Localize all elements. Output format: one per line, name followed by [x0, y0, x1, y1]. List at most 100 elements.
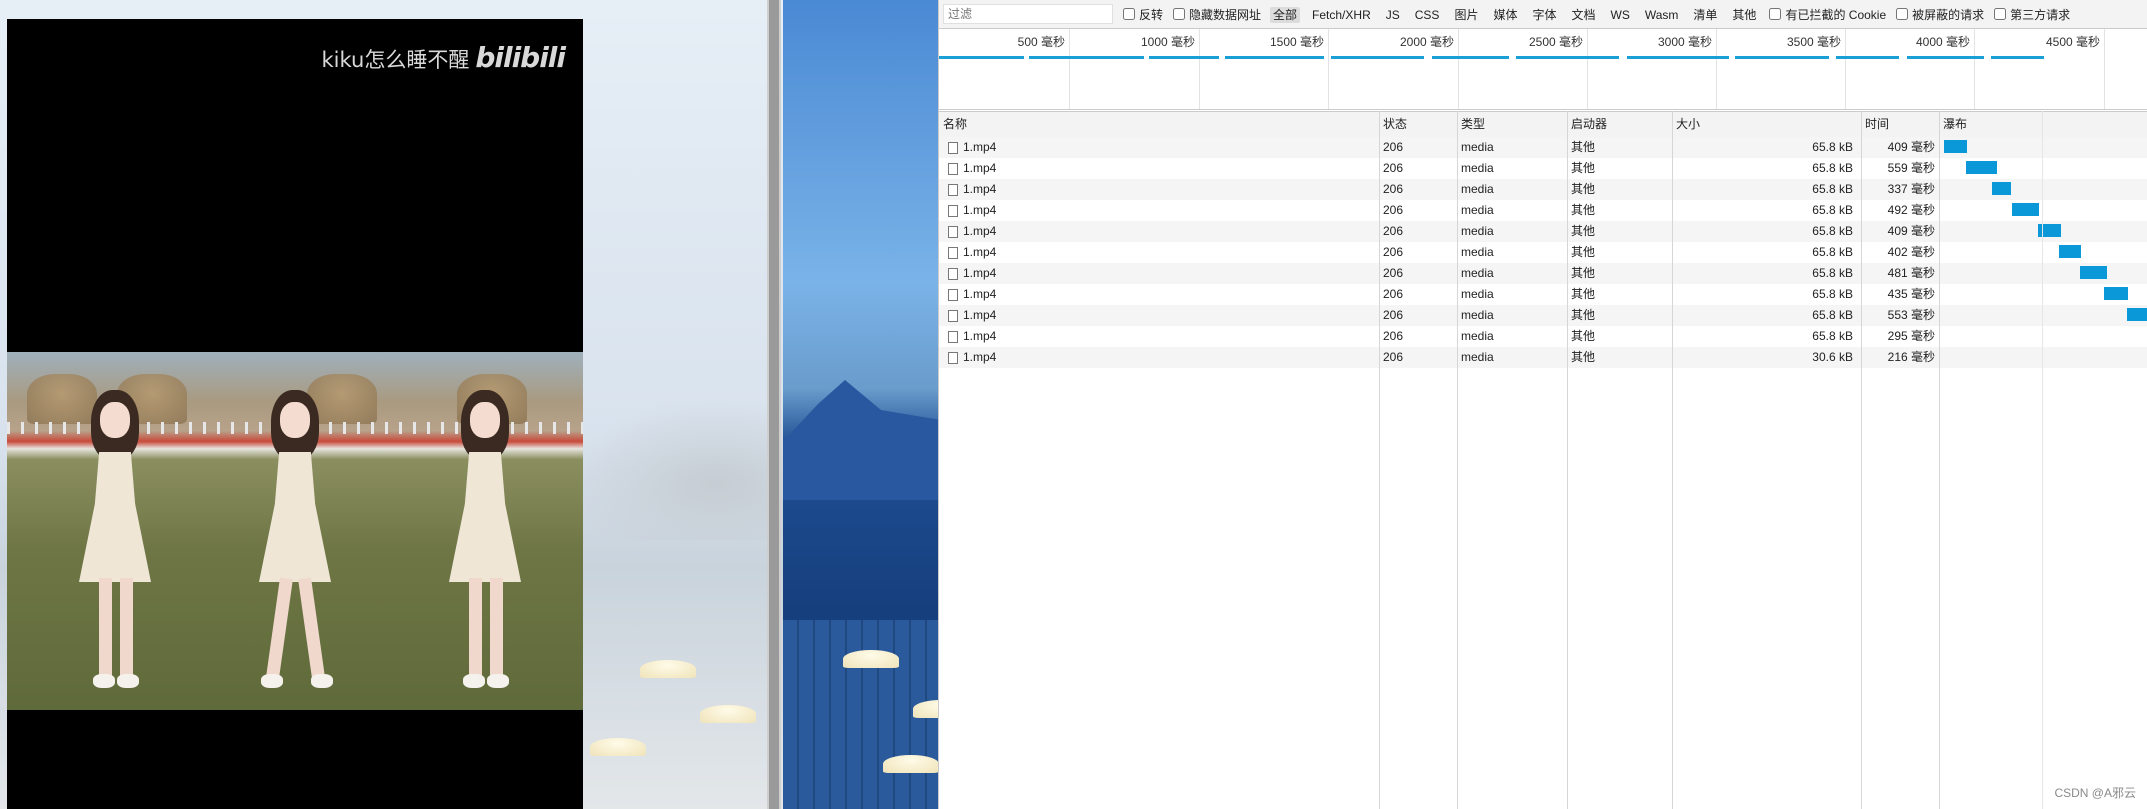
- cell-time: 216 毫秒: [1887, 350, 1935, 364]
- cell-time: 409 毫秒: [1887, 224, 1935, 238]
- network-overview-timeline[interactable]: 500 毫秒 1000 毫秒 1500 毫秒 2000 毫秒 2500 毫秒 3000 毫…: [939, 29, 2147, 110]
- table-row[interactable]: 1.mp4 206 media 其他 65.8 kB 559 毫秒: [939, 158, 2147, 179]
- column-header-4[interactable]: 大小: [1672, 112, 1700, 137]
- overview-tick-label: 1500 毫秒: [1269, 35, 1324, 49]
- cell-initiator: 其他: [1571, 203, 1596, 217]
- file-icon: [948, 163, 958, 175]
- cell-name: 1.mp4: [963, 266, 997, 280]
- background-haze: [560, 400, 783, 540]
- table-header: 名称 状态 类型 启动器 大小 时间 瀑布: [939, 111, 2147, 138]
- overview-gridline: [1845, 29, 1846, 109]
- cell-time: 559 毫秒: [1887, 161, 1935, 175]
- desktop-background: [783, 0, 938, 809]
- overview-tick-label: 2500 毫秒: [1528, 35, 1583, 49]
- cell-type: media: [1461, 245, 1494, 259]
- background-light: [883, 755, 938, 773]
- cell-size: 65.8 kB: [1812, 203, 1853, 217]
- cell-name: 1.mp4: [963, 329, 997, 343]
- video-player[interactable]: kiku怎么睡不醒 bilibili: [7, 19, 583, 809]
- blocked-requests-checkbox[interactable]: 被屏蔽的请求: [1896, 6, 1984, 23]
- type-filter-9[interactable]: Wasm: [1642, 7, 1682, 23]
- type-filter-7[interactable]: 文档: [1568, 7, 1598, 23]
- table-row[interactable]: 1.mp4 206 media 其他 65.8 kB 481 毫秒: [939, 263, 2147, 284]
- overview-gridline: [1328, 29, 1329, 109]
- cell-name: 1.mp4: [963, 308, 997, 322]
- type-filter-4[interactable]: 图片: [1451, 7, 1481, 23]
- column-header-3[interactable]: 启动器: [1567, 112, 1607, 137]
- column-divider[interactable]: [1861, 111, 1862, 809]
- type-filter-6[interactable]: 字体: [1529, 7, 1559, 23]
- column-divider[interactable]: [1379, 111, 1380, 809]
- requests-table: 名称 状态 类型 启动器 大小 时间 瀑布 1.mp4 206 media 其他 65.8 kB 40…: [939, 111, 2147, 809]
- column-header-5[interactable]: 时间: [1861, 112, 1889, 137]
- column-header-1[interactable]: 状态: [1379, 112, 1407, 137]
- column-header-0[interactable]: 名称: [939, 112, 967, 137]
- filter-input[interactable]: [943, 4, 1113, 24]
- type-filter-3[interactable]: CSS: [1412, 7, 1443, 23]
- waterfall-bar: [2012, 203, 2039, 216]
- cell-size: 65.8 kB: [1812, 245, 1853, 259]
- type-filter-5[interactable]: 媒体: [1490, 7, 1520, 23]
- overview-tick-label: 4000 毫秒: [1915, 35, 1970, 49]
- cell-type: media: [1461, 266, 1494, 280]
- column-header-2[interactable]: 类型: [1457, 112, 1485, 137]
- browser-page: kiku怎么睡不醒 bilibili: [0, 0, 783, 809]
- table-row[interactable]: 1.mp4 206 media 其他 65.8 kB 553 毫秒: [939, 305, 2147, 326]
- type-filter-2[interactable]: JS: [1383, 7, 1403, 23]
- table-row[interactable]: 1.mp4 206 media 其他 65.8 kB 435 毫秒: [939, 284, 2147, 305]
- column-divider[interactable]: [1939, 111, 1940, 809]
- overview-tick-label: 2000 毫秒: [1399, 35, 1454, 49]
- cell-name: 1.mp4: [963, 203, 997, 217]
- cell-name: 1.mp4: [963, 245, 997, 259]
- dancer-figure: [245, 390, 345, 700]
- overview-activity-bar: [1836, 56, 1899, 59]
- cell-name: 1.mp4: [963, 350, 997, 364]
- type-filter-8[interactable]: WS: [1608, 7, 1633, 23]
- file-icon: [948, 289, 958, 301]
- cell-time: 492 毫秒: [1887, 203, 1935, 217]
- column-divider[interactable]: [1567, 111, 1568, 809]
- table-row[interactable]: 1.mp4 206 media 其他 65.8 kB 409 毫秒: [939, 137, 2147, 158]
- cell-size: 65.8 kB: [1812, 161, 1853, 175]
- blocked-cookies-checkbox[interactable]: 有已拦截的 Cookie: [1769, 6, 1886, 23]
- cell-time: 409 毫秒: [1887, 140, 1935, 154]
- dancer-figure: [435, 390, 535, 700]
- invert-checkbox[interactable]: 反转: [1123, 6, 1163, 23]
- overview-activity-bar: [1991, 56, 2044, 59]
- overview-gridline: [1587, 29, 1588, 109]
- type-filter-1[interactable]: Fetch/XHR: [1309, 7, 1374, 23]
- cell-time: 402 毫秒: [1887, 245, 1935, 259]
- file-icon: [948, 331, 958, 343]
- overview-activity-bar: [1029, 56, 1144, 59]
- type-filter-10[interactable]: 清单: [1690, 7, 1720, 23]
- type-filter-11[interactable]: 其他: [1729, 7, 1759, 23]
- table-row[interactable]: 1.mp4 206 media 其他 30.6 kB 216 毫秒: [939, 347, 2147, 368]
- file-icon: [948, 268, 958, 280]
- waterfall-bar: [2059, 245, 2081, 258]
- credit-watermark: CSDN @A邪云: [2054, 786, 2136, 800]
- table-row[interactable]: 1.mp4 206 media 其他 65.8 kB 337 毫秒: [939, 179, 2147, 200]
- column-divider[interactable]: [1672, 111, 1673, 809]
- waterfall-gridline: [2042, 111, 2043, 809]
- file-icon: [948, 184, 958, 196]
- type-filter-0[interactable]: 全部: [1270, 6, 1301, 23]
- overview-activity-bar: [1907, 56, 1984, 59]
- overview-gridline: [1458, 29, 1459, 109]
- table-row[interactable]: 1.mp4 206 media 其他 65.8 kB 409 毫秒: [939, 221, 2147, 242]
- table-row[interactable]: 1.mp4 206 media 其他 65.8 kB 492 毫秒: [939, 200, 2147, 221]
- overview-tick-label: 3000 毫秒: [1657, 35, 1712, 49]
- hide-data-urls-checkbox[interactable]: 隐藏数据网址: [1173, 6, 1261, 23]
- table-row[interactable]: 1.mp4 206 media 其他 65.8 kB 402 毫秒: [939, 242, 2147, 263]
- cell-type: media: [1461, 224, 1494, 238]
- column-divider[interactable]: [1457, 111, 1458, 809]
- scrollbar-thumb[interactable]: [769, 0, 779, 809]
- cell-status: 206: [1383, 329, 1404, 343]
- third-party-checkbox[interactable]: 第三方请求: [1994, 6, 2070, 23]
- cell-type: media: [1461, 350, 1494, 364]
- cell-time: 337 毫秒: [1887, 182, 1935, 196]
- table-row[interactable]: 1.mp4 206 media 其他 65.8 kB 295 毫秒: [939, 326, 2147, 347]
- column-header-6[interactable]: 瀑布: [1939, 112, 1967, 137]
- cell-initiator: 其他: [1571, 161, 1596, 175]
- cell-type: media: [1461, 140, 1494, 154]
- cell-name: 1.mp4: [963, 287, 997, 301]
